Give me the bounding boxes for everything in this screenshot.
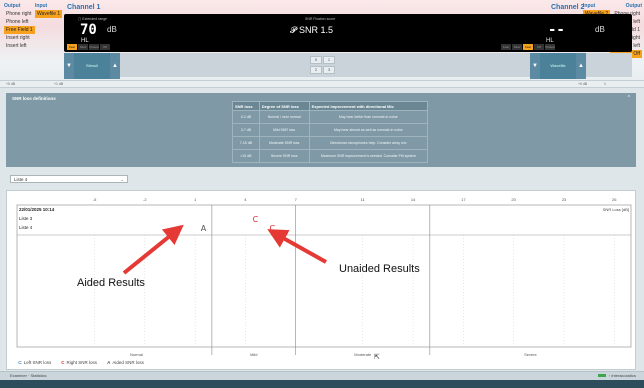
annotation-arrows [122, 224, 327, 275]
legend-item: C Right SNR loss [61, 360, 97, 366]
status-right: ▫ Interacoustics [597, 372, 636, 380]
unaided-arrow [267, 229, 327, 264]
legend-label: Left SNR loss [23, 360, 52, 365]
aided-arrow [122, 224, 184, 275]
legend-symbol-icon: ⊂ [18, 360, 22, 365]
legend-label: Aided SNR loss [112, 360, 144, 365]
legend-symbol-icon: C [61, 360, 65, 365]
chart-legend: ⊂ Left SNR loss C Right SNR loss A Aided SNR … [18, 360, 144, 366]
connection-indicator-icon [597, 374, 606, 378]
legend-label: Right SNR loss [66, 360, 98, 365]
legend-item: ⊂ Left SNR loss [18, 360, 51, 366]
legend-item: A Aided SNR loss [107, 360, 144, 366]
legend-symbol-icon: A [107, 360, 111, 365]
mouse-cursor-icon: ⇱ [374, 354, 380, 361]
status-left: Examiner · Statistics [10, 373, 47, 378]
status-bar: Examiner · Statistics ▫ Interacoustics [0, 371, 644, 380]
taskbar [0, 380, 644, 388]
